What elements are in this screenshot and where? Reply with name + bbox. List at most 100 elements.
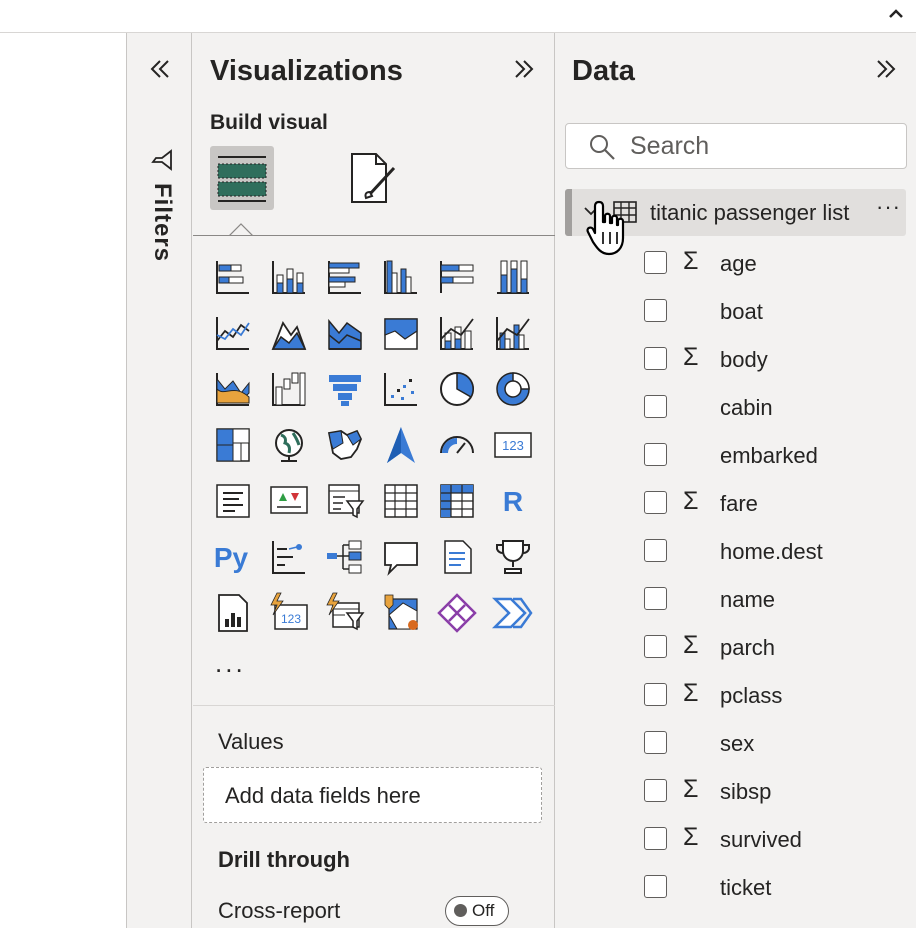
field-checkbox[interactable] xyxy=(644,491,667,514)
key-influencers-icon[interactable] xyxy=(267,535,311,579)
field-item-pclass[interactable]: Σpclass xyxy=(644,675,904,715)
field-name: body xyxy=(720,347,768,372)
azure-map-icon[interactable] xyxy=(379,423,423,467)
waterfall-chart-icon[interactable] xyxy=(267,367,311,411)
field-item-survived[interactable]: Σsurvived xyxy=(644,819,904,859)
clustered-column-chart-icon[interactable] xyxy=(379,255,423,299)
field-checkbox[interactable] xyxy=(644,395,667,418)
stacked-area-chart-icon[interactable] xyxy=(323,311,367,355)
field-name: fare xyxy=(720,491,758,516)
field-checkbox[interactable] xyxy=(644,539,667,562)
field-name: pclass xyxy=(720,683,783,708)
field-checkbox[interactable] xyxy=(644,587,667,610)
scatter-chart-icon[interactable] xyxy=(379,367,423,411)
matrix-icon[interactable] xyxy=(435,479,479,523)
build-visual-button[interactable] xyxy=(210,146,274,210)
clustered-bar-chart-icon[interactable] xyxy=(323,255,367,299)
power-apps-slicer-icon[interactable] xyxy=(323,591,367,635)
line-stacked-column-chart-icon[interactable] xyxy=(435,311,479,355)
search-box[interactable] xyxy=(565,123,907,169)
top-bar xyxy=(0,0,916,33)
100-stacked-column-chart-icon[interactable] xyxy=(491,255,535,299)
field-checkbox[interactable] xyxy=(644,443,667,466)
smart-narrative-icon[interactable] xyxy=(435,535,479,579)
power-apps-icon[interactable] xyxy=(435,591,479,635)
paginated-report-icon[interactable] xyxy=(211,591,255,635)
divider xyxy=(193,235,555,236)
search-input[interactable] xyxy=(630,130,890,162)
double-chevron-right-icon[interactable] xyxy=(872,55,900,83)
arcgis-map-icon[interactable] xyxy=(379,591,423,635)
card-icon[interactable]: 123 xyxy=(491,423,535,467)
more-options-button[interactable]: ··· xyxy=(876,194,901,220)
line-chart-icon[interactable] xyxy=(211,311,255,355)
chevron-up-icon[interactable] xyxy=(886,4,906,24)
field-checkbox[interactable] xyxy=(644,251,667,274)
values-label: Values xyxy=(218,729,284,754)
field-checkbox[interactable] xyxy=(644,635,667,658)
more-visuals-button[interactable]: ... xyxy=(215,648,246,679)
cross-report-toggle[interactable]: Off xyxy=(445,896,509,926)
qa-icon[interactable] xyxy=(379,535,423,579)
field-name: sex xyxy=(720,731,755,756)
drop-zone-placeholder: Add data fields here xyxy=(225,783,421,808)
field-item-parch[interactable]: Σparch xyxy=(644,627,904,667)
map-icon[interactable] xyxy=(267,423,311,467)
field-checkbox[interactable] xyxy=(644,347,667,370)
field-checkbox[interactable] xyxy=(644,299,667,322)
sum-icon: Σ xyxy=(683,343,699,371)
field-name: embarked xyxy=(720,443,818,468)
format-visual-button[interactable] xyxy=(340,146,404,210)
field-item-embarked[interactable]: embarked xyxy=(644,435,904,475)
double-chevron-right-icon[interactable] xyxy=(510,55,538,83)
100-stacked-bar-chart-icon[interactable] xyxy=(435,255,479,299)
kpi-icon[interactable] xyxy=(267,479,311,523)
gauge-icon[interactable] xyxy=(435,423,479,467)
field-item-ticket[interactable]: ticket xyxy=(644,867,904,907)
python-visual-icon[interactable]: Py xyxy=(211,535,255,579)
field-item-age[interactable]: Σage xyxy=(644,243,904,283)
table-icon[interactable] xyxy=(379,479,423,523)
field-item-name[interactable]: name xyxy=(644,579,904,619)
field-checkbox[interactable] xyxy=(644,827,667,850)
drill-through-label: Drill through xyxy=(218,847,350,872)
filled-map-icon[interactable] xyxy=(323,423,367,467)
stacked-bar-chart-icon[interactable] xyxy=(211,255,255,299)
multi-row-card-icon[interactable] xyxy=(211,479,255,523)
ribbon-chart-icon[interactable] xyxy=(211,367,255,411)
toggle-state-label: Off xyxy=(472,901,495,920)
report-canvas[interactable] xyxy=(0,33,127,928)
field-item-home-dest[interactable]: home.dest xyxy=(644,531,904,571)
field-name: home.dest xyxy=(720,539,823,564)
sum-icon: Σ xyxy=(683,247,699,275)
stacked-column-chart-icon[interactable] xyxy=(267,255,311,299)
field-checkbox[interactable] xyxy=(644,779,667,802)
slicer-icon[interactable] xyxy=(323,479,367,523)
line-clustered-column-chart-icon[interactable] xyxy=(491,311,535,355)
100-stacked-area-chart-icon[interactable] xyxy=(379,311,423,355)
donut-chart-icon[interactable] xyxy=(491,367,535,411)
field-checkbox[interactable] xyxy=(644,731,667,754)
field-item-fare[interactable]: Σfare xyxy=(644,483,904,523)
field-checkbox[interactable] xyxy=(644,875,667,898)
r-script-visual-icon[interactable]: R xyxy=(491,479,535,523)
field-item-body[interactable]: Σbody xyxy=(644,339,904,379)
field-checkbox[interactable] xyxy=(644,683,667,706)
power-apps-card-icon[interactable]: 123 xyxy=(267,591,311,635)
field-item-boat[interactable]: boat xyxy=(644,291,904,331)
power-automate-icon[interactable] xyxy=(491,591,535,635)
search-icon xyxy=(590,135,615,160)
funnel-chart-icon[interactable] xyxy=(323,367,367,411)
values-drop-zone[interactable]: Add data fields here xyxy=(203,767,542,823)
filters-pane: Filters xyxy=(128,33,192,928)
double-chevron-left-icon[interactable] xyxy=(146,55,174,83)
field-item-cabin[interactable]: cabin xyxy=(644,387,904,427)
pie-chart-icon[interactable] xyxy=(435,367,479,411)
decomposition-tree-icon[interactable] xyxy=(323,535,367,579)
field-item-sibsp[interactable]: Σsibsp xyxy=(644,771,904,811)
field-item-sex[interactable]: sex xyxy=(644,723,904,763)
filters-label[interactable]: Filters xyxy=(148,183,176,262)
area-chart-icon[interactable] xyxy=(267,311,311,355)
treemap-icon[interactable] xyxy=(211,423,255,467)
metrics-icon[interactable] xyxy=(491,535,535,579)
